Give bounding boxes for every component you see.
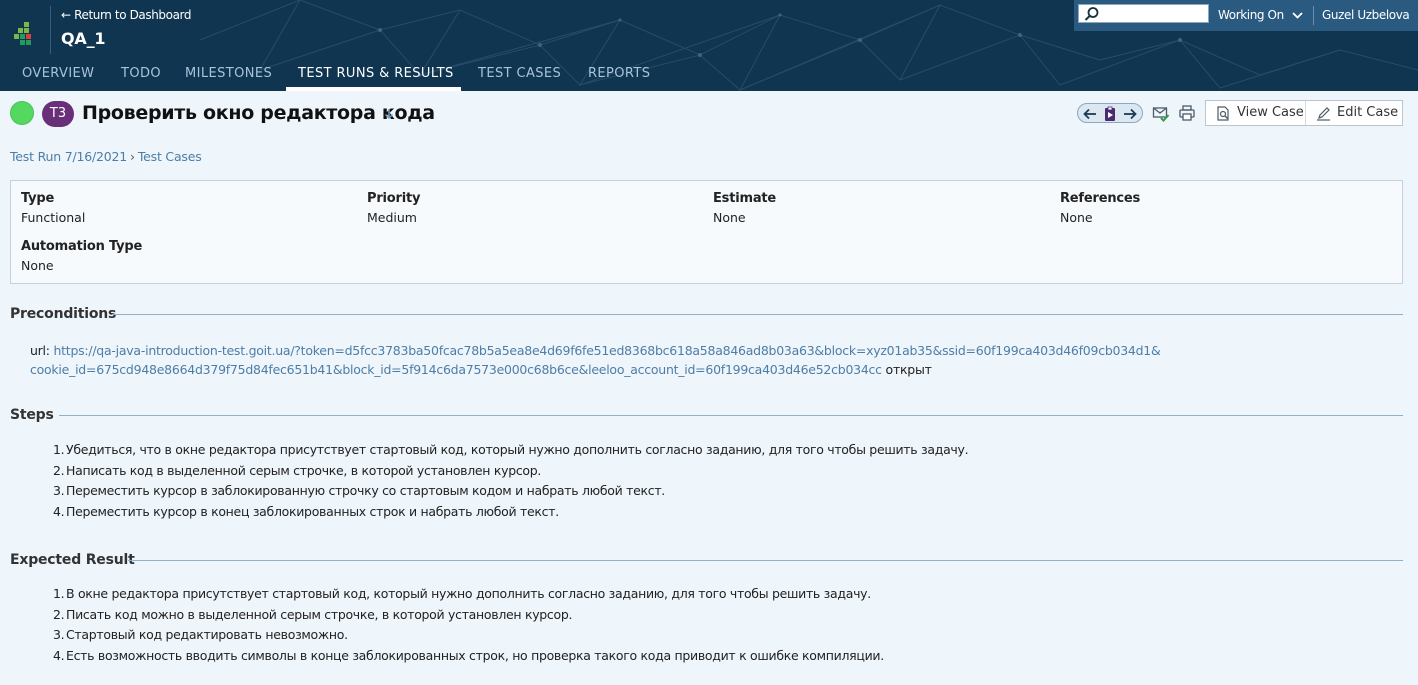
case-actions: View Case Edit Case: [1205, 100, 1403, 126]
list-item: 3. Стартовый код редактировать невозможно…: [53, 627, 348, 643]
field-automation-type-label: Automation Type: [21, 239, 143, 254]
precondition-url-line-2[interactable]: cookie_id=675cd948e8664d379f75d84fec651b…: [30, 362, 882, 377]
expected-result-divider: [128, 560, 1403, 561]
expected-result-list: 1. В окне редактора присутствует стартовы…: [46, 584, 884, 667]
tab-reports[interactable]: REPORTS: [588, 66, 650, 81]
arrow-right-icon[interactable]: [1122, 106, 1138, 122]
working-on-dropdown[interactable]: Working On: [1218, 8, 1284, 22]
topbar-divider: [1313, 6, 1314, 25]
list-item: 2. Написать код в выделенной серым строчк…: [53, 462, 542, 478]
list-item: 1. Убедиться, что в окне редактора присут…: [53, 442, 969, 457]
search-icon: [1084, 7, 1099, 21]
breadcrumb-test-cases-link[interactable]: Test Cases: [138, 149, 202, 164]
field-priority: Priority Medium: [367, 191, 420, 225]
step-text: Убедиться, что в окне редактора присутст…: [66, 442, 969, 457]
step-text: Переместить курсор в конец заблокированн…: [66, 504, 559, 520]
main-tabs: OVERVIEW TODO MILESTONES TEST RUNS & RES…: [0, 64, 1418, 91]
list-item: 2. Писать код можно в выделенной серым ст…: [53, 606, 573, 622]
expected-text: Есть возможность вводить символы в конце…: [66, 648, 884, 664]
expected-result-heading: Expected Result: [10, 552, 135, 568]
tab-todo[interactable]: TODO: [121, 66, 161, 81]
steps-list: 1. Убедиться, что в окне редактора присут…: [46, 440, 969, 523]
user-menu[interactable]: Guzel Uzbelova: [1322, 8, 1410, 22]
case-id-badge: T3: [42, 101, 74, 127]
list-item: 1. В окне редактора присутствует стартовы…: [53, 586, 871, 601]
preconditions-heading: Preconditions: [10, 306, 117, 322]
return-to-dashboard-link[interactable]: ← Return to Dashboard: [61, 8, 191, 22]
field-type: Type Functional: [21, 191, 85, 225]
preconditions-divider: [112, 314, 1403, 315]
expected-text: Писать код можно в выделенной серым стро…: [66, 606, 573, 622]
steps-divider: [59, 415, 1403, 416]
field-estimate: Estimate None: [713, 191, 776, 225]
tab-test-cases[interactable]: TEST CASES: [478, 66, 561, 81]
view-case-button[interactable]: View Case: [1216, 101, 1304, 125]
chevron-down-icon[interactable]: [1292, 10, 1303, 21]
case-title: Проверить окно редактора кода: [82, 102, 435, 124]
printer-icon[interactable]: [1178, 104, 1196, 122]
mail-check-icon[interactable]: [1152, 104, 1170, 122]
field-references-label: References: [1060, 191, 1141, 206]
field-automation-type: Automation Type None: [21, 239, 142, 273]
field-priority-value: Medium: [367, 210, 417, 225]
edit-case-button[interactable]: Edit Case: [1316, 101, 1400, 125]
status-indicator: [10, 101, 34, 125]
field-references: References None: [1060, 191, 1140, 225]
header-divider: [50, 6, 51, 54]
field-estimate-label: Estimate: [713, 191, 777, 206]
pencil-icon: [1317, 107, 1330, 121]
edit-case-label: Edit Case: [1337, 105, 1399, 120]
field-type-value: Functional: [21, 210, 86, 225]
expected-text: Стартовый код редактировать невозможно.: [66, 627, 348, 643]
arrow-left-icon[interactable]: [1082, 106, 1098, 122]
breadcrumb-test-run-link[interactable]: Test Run 7/16/2021: [10, 149, 127, 164]
case-fields-panel: Type Functional Priority Medium Estimate…: [10, 180, 1403, 284]
breadcrumb-separator: ›: [130, 149, 135, 164]
field-references-value: None: [1060, 210, 1093, 225]
breadcrumb: Test Run 7/16/2021 › Test Cases: [10, 149, 202, 164]
tab-milestones[interactable]: MILESTONES: [185, 66, 272, 81]
view-case-icon: [1217, 106, 1229, 121]
project-title: QA_1: [61, 29, 106, 48]
precondition-suffix: открыт: [885, 362, 932, 377]
step-text: Переместить курсор в заблокированную стр…: [66, 483, 665, 499]
active-tab-indicator: [286, 87, 461, 91]
list-item: 3. Переместить курсор в заблокированную с…: [53, 483, 665, 499]
precondition-url-line-1[interactable]: https://qa-java-introduction-test.goit.u…: [53, 343, 1160, 358]
expected-text: В окне редактора присутствует стартовый …: [66, 586, 871, 601]
list-item: 4. Есть возможность вводить символы в кон…: [53, 648, 884, 664]
steps-heading: Steps: [10, 407, 54, 423]
precondition-prefix: url:: [30, 343, 50, 358]
preconditions-text: url: https://qa-java-introduction-test.g…: [30, 341, 1161, 379]
tab-test-runs-results[interactable]: TEST RUNS & RESULTS: [298, 66, 454, 81]
tab-overview[interactable]: OVERVIEW: [22, 66, 94, 81]
field-type-label: Type: [21, 191, 55, 206]
list-item: 4. Переместить курсор в конец заблокирова…: [53, 504, 559, 520]
case-navigation: [1077, 103, 1143, 123]
arrow-down-icon[interactable]: [384, 108, 394, 120]
field-priority-label: Priority: [367, 191, 421, 206]
view-case-label: View Case: [1237, 105, 1304, 120]
clipboard-icon[interactable]: [1102, 106, 1118, 122]
field-automation-type-value: None: [21, 258, 54, 273]
testrail-logo: [14, 22, 38, 45]
step-text: Написать код в выделенной серым строчке,…: [66, 462, 542, 478]
field-estimate-value: None: [713, 210, 746, 225]
button-divider: [1305, 101, 1306, 125]
